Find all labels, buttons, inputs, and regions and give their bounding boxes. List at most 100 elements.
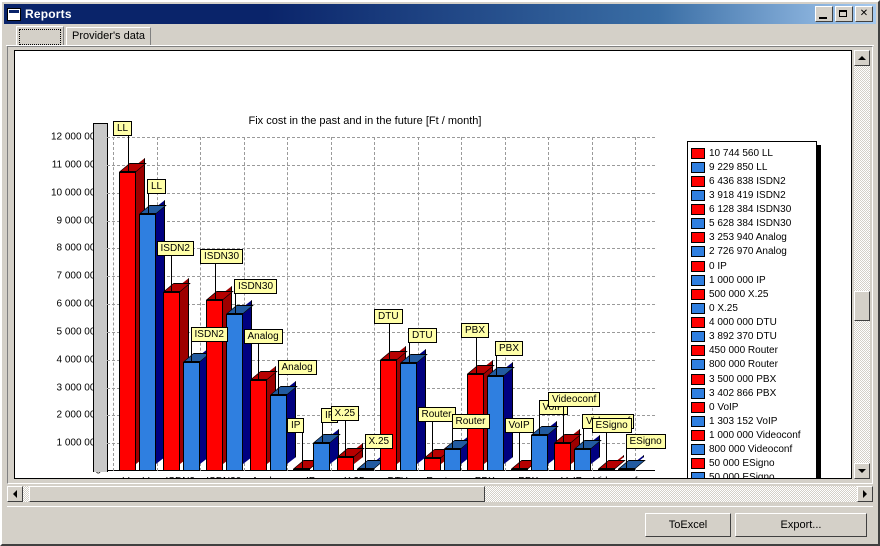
horizontal-scroll-track[interactable]	[23, 486, 857, 502]
x-axis-tick: Analog	[252, 476, 283, 478]
title-bar: Reports ✕	[4, 4, 876, 24]
callout-leader-line	[321, 423, 323, 444]
legend-label: 9 229 850 LL	[709, 161, 768, 173]
legend-item: 3 500 000 PBX	[691, 372, 813, 386]
legend-item: 1 303 152 VoIP	[691, 414, 813, 428]
reports-window: Reports ✕ Provider's data Fix cost in th…	[0, 0, 880, 546]
legend-swatch	[691, 430, 705, 442]
chart-bar	[530, 420, 559, 471]
minimize-button[interactable]	[815, 6, 833, 22]
gridline-horizontal	[107, 304, 655, 305]
bar-face	[510, 469, 528, 471]
legend-swatch	[691, 373, 705, 385]
bar-face	[617, 469, 635, 471]
callout-leader-line	[388, 323, 390, 360]
legend-swatch	[691, 161, 705, 173]
close-button[interactable]: ✕	[855, 6, 873, 22]
window-controls: ✕	[815, 6, 873, 22]
chart-bar	[356, 454, 385, 471]
vertical-scroll-thumb[interactable]	[854, 291, 870, 321]
legend-swatch	[691, 387, 705, 399]
x-axis-tick: LL	[122, 476, 133, 478]
legend-label: 3 253 940 Analog	[709, 232, 787, 244]
bar-callout-label: Router	[417, 407, 456, 423]
bar-callout-label: ESigno	[591, 418, 632, 433]
legend-swatch	[691, 317, 705, 329]
tab-blank[interactable]	[16, 26, 64, 46]
horizontal-scrollbar[interactable]	[7, 486, 873, 504]
bar-face	[423, 458, 441, 471]
legend-label: 6 128 384 ISDN30	[709, 204, 792, 216]
bar-callout-label: X.25	[330, 406, 360, 422]
legend-label: 0 X.25	[709, 302, 738, 314]
client-area: Fix cost in the past and in the future […	[7, 46, 873, 484]
horizontal-scroll-thumb[interactable]	[29, 486, 485, 502]
callout-leader-line	[127, 135, 129, 172]
legend-label: 50 000 ESigno	[709, 472, 775, 479]
scroll-right-button[interactable]	[857, 486, 873, 502]
callout-leader-line	[278, 375, 279, 396]
chart-bar	[423, 444, 452, 471]
chart-bar	[510, 454, 539, 471]
legend-item: 4 000 000 DTU	[691, 316, 813, 330]
gridline-horizontal	[107, 164, 655, 166]
bar-face	[139, 214, 156, 471]
legend-swatch	[691, 204, 705, 216]
scroll-right-arrow	[863, 490, 867, 498]
x-axis-tick: IP	[306, 476, 315, 478]
legend-item: 1 000 000 Videoconf	[691, 429, 813, 443]
tab-providers-data[interactable]: Provider's data	[66, 27, 152, 45]
gridline-vertical	[113, 137, 114, 471]
x-axis-tick: DTU	[387, 476, 408, 478]
maximize-button[interactable]	[835, 6, 853, 22]
to-excel-button[interactable]: ToExcel	[645, 513, 731, 537]
callout-leader-line	[345, 421, 346, 458]
chart-bar	[269, 381, 298, 471]
bar-callout-label: Videoconf	[548, 392, 601, 408]
legend-swatch	[691, 331, 705, 343]
bar-face	[597, 469, 615, 471]
gridline-horizontal	[107, 331, 655, 333]
scroll-down-arrow	[858, 469, 866, 473]
bar-callout-label: LL	[113, 120, 133, 136]
bar-callout-label: ISDN30	[234, 279, 278, 295]
legend-item: 800 000 Router	[691, 358, 813, 372]
chart-bar	[139, 200, 167, 471]
x-axis-tick: ISDN2	[166, 476, 195, 478]
chart-bar	[182, 347, 211, 471]
vertical-scrollbar[interactable]	[854, 50, 870, 479]
legend-item: 2 726 970 Analog	[691, 245, 813, 259]
callout-leader-line	[365, 449, 366, 469]
legend-label: 2 726 970 Analog	[709, 246, 787, 258]
legend-swatch	[691, 218, 705, 230]
chart-bar	[313, 429, 341, 471]
export-button[interactable]: Export...	[735, 513, 867, 537]
legend-label: 5 628 384 ISDN30	[709, 218, 792, 230]
callout-leader-line	[432, 422, 433, 459]
callout-leader-line	[582, 428, 584, 449]
chart-bar	[617, 454, 646, 471]
scroll-down-button[interactable]	[854, 463, 870, 479]
scroll-left-button[interactable]	[7, 486, 23, 502]
scroll-up-button[interactable]	[854, 50, 870, 66]
legend-label: 50 000 ESigno	[709, 458, 775, 470]
legend-swatch	[691, 288, 705, 300]
legend-swatch	[691, 401, 705, 413]
bar-face	[554, 443, 571, 471]
callout-leader-line	[475, 337, 477, 374]
legend-label: 6 436 838 ISDN2	[709, 175, 786, 187]
legend-item: 50 000 ESigno	[691, 457, 813, 471]
bar-callout-label: PBX	[495, 341, 524, 357]
chart-left-wall	[93, 123, 108, 472]
x-axis-tick: PBX	[518, 476, 538, 478]
bar-face	[574, 448, 591, 471]
bar-face	[226, 314, 243, 471]
legend-swatch	[691, 302, 705, 314]
legend-item: 0 VoIP	[691, 400, 813, 414]
callout-leader-line	[606, 433, 607, 469]
bar-face	[336, 457, 354, 471]
vertical-scroll-track[interactable]	[854, 66, 870, 463]
legend-item: 500 000 X.25	[691, 287, 813, 301]
legend-label: 450 000 Router	[709, 345, 778, 357]
bar-callout-label: ESigno	[625, 434, 666, 449]
